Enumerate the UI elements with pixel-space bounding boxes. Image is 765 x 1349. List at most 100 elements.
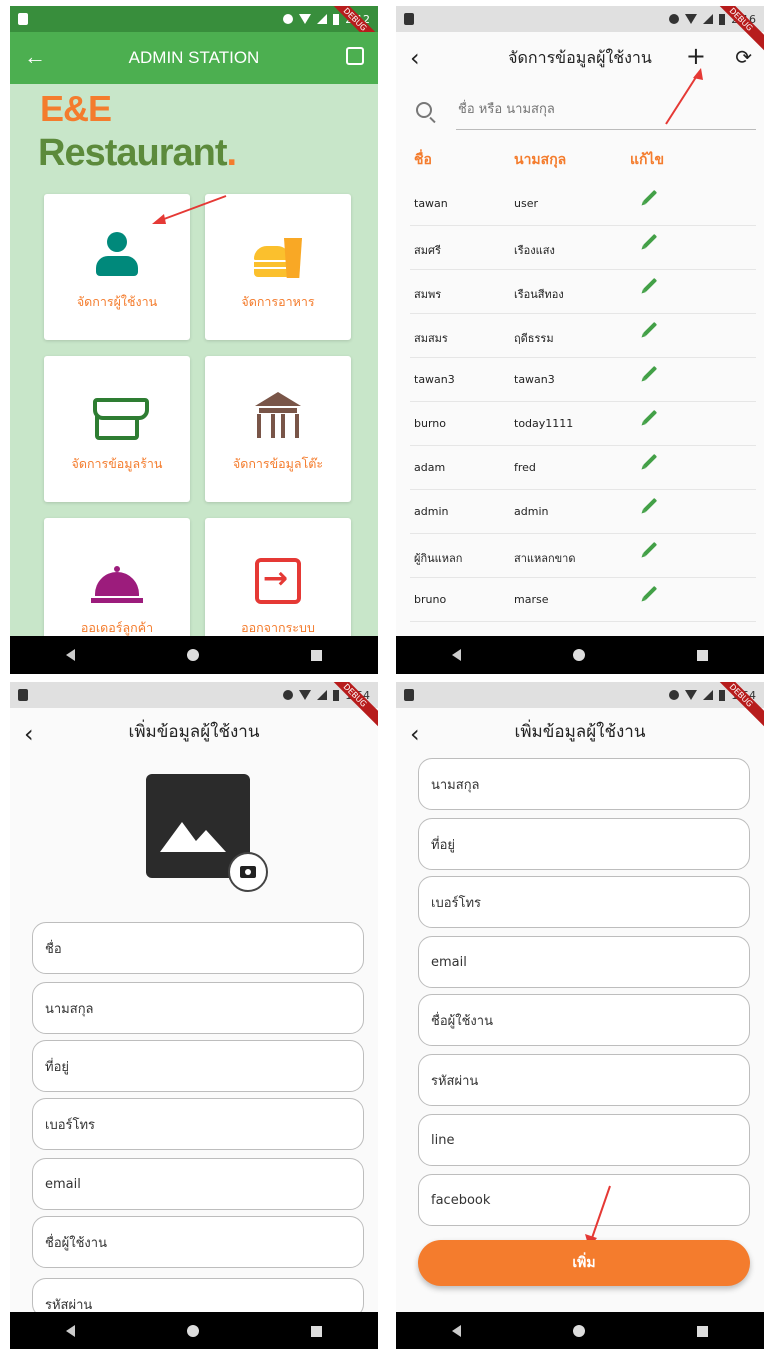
first-name-cell: tawan3 [414, 373, 455, 386]
brand-name-line2: Restaurant. [38, 132, 238, 175]
sim-icon [18, 689, 28, 701]
username-field[interactable]: ชื่อผู้ใช้งาน [418, 994, 750, 1046]
edit-pencil-icon[interactable] [642, 453, 658, 469]
username-field[interactable]: ชื่อผู้ใช้งาน [32, 1216, 364, 1268]
add-user-icon[interactable]: + [686, 42, 706, 70]
table-row: admin admin [410, 490, 756, 534]
edit-pencil-icon[interactable] [642, 233, 658, 249]
dnd-icon [283, 690, 294, 700]
last-name-field[interactable]: นามสกุล [418, 758, 750, 810]
back-arrow-icon[interactable]: ← [24, 44, 46, 70]
sim-icon [404, 689, 414, 701]
back-chevron-icon[interactable]: ‹ [410, 720, 420, 748]
nav-recent-icon[interactable] [311, 649, 322, 661]
nav-recent-icon[interactable] [697, 649, 708, 661]
nav-home-icon[interactable] [573, 649, 585, 661]
edit-pencil-icon[interactable] [642, 585, 658, 601]
status-bar: 2:12 DEBUG [10, 6, 378, 56]
screenshot-grid: 2:12 DEBUG ← ADMIN STATION E&E Restauran… [0, 0, 765, 1349]
brand-dot: . [226, 132, 238, 174]
sim-icon [404, 13, 414, 25]
wifi-icon [299, 14, 312, 24]
tile-manage-tables[interactable]: จัดการข้อมูลโต๊ะ [205, 356, 351, 502]
back-chevron-icon[interactable]: ‹ [410, 44, 420, 72]
column-header-first-name: ชื่อ [414, 152, 432, 168]
status-bar: 1:54 DEBUG [10, 682, 378, 732]
line-field[interactable]: line [418, 1114, 750, 1166]
sim-icon [18, 13, 28, 25]
edit-pencil-icon[interactable] [642, 409, 658, 425]
tile-logout[interactable]: ออกจากระบบ [205, 518, 351, 648]
tile-customer-orders[interactable]: ออเดอร์ลูกค้า [44, 518, 190, 648]
table-row: ผู้กินแหลก สาแหลกขาด [410, 534, 756, 578]
nav-home-icon[interactable] [573, 1325, 585, 1337]
system-nav-bar [396, 1312, 764, 1349]
nav-home-icon[interactable] [187, 649, 199, 661]
camera-icon [240, 866, 256, 878]
nav-back-icon[interactable] [66, 1325, 75, 1337]
app-bar-title: เพิ่มข้อมูลผู้ใช้งาน [128, 721, 260, 742]
table-row: สมสมร ฤดีธรรม [410, 314, 756, 358]
signal-icon [317, 690, 328, 700]
app-bar-title: เพิ่มข้อมูลผู้ใช้งาน [514, 721, 646, 742]
refresh-icon[interactable]: ⟳ [735, 45, 752, 69]
signal-icon [317, 14, 328, 24]
address-field[interactable]: ที่อยู่ [32, 1040, 364, 1092]
edit-pencil-icon[interactable] [642, 365, 658, 381]
signal-icon [703, 690, 714, 700]
facebook-field[interactable]: facebook [418, 1174, 750, 1226]
edit-pencil-icon[interactable] [642, 277, 658, 293]
nav-recent-icon[interactable] [697, 1325, 708, 1337]
table-header: ชื่อ นามสกุล แก้ไข [396, 142, 764, 178]
edit-pencil-icon[interactable] [642, 497, 658, 513]
tile-manage-users[interactable]: จัดการผู้ใช้งาน [44, 194, 190, 340]
battery-icon [719, 689, 726, 701]
edit-pencil-icon[interactable] [642, 189, 658, 205]
app-bar-title: จัดการข้อมูลผู้ใช้งาน [508, 47, 652, 67]
phone-field[interactable]: เบอร์โทร [32, 1098, 364, 1150]
user-icon [94, 232, 140, 278]
camera-button[interactable] [228, 852, 268, 892]
table-row: สมศรี เรืองแสง [410, 226, 756, 270]
edit-pencil-icon[interactable] [642, 321, 658, 337]
users-table: tawan user สมศรี เรืองแสง สมพร เรือนสีทอง ส… [396, 182, 764, 622]
email-field[interactable]: email [418, 936, 750, 988]
admin-station-screen: 2:12 DEBUG ← ADMIN STATION E&E Restauran… [10, 6, 378, 674]
tile-manage-store[interactable]: จัดการข้อมูลร้าน [44, 356, 190, 502]
system-nav-bar [396, 636, 764, 674]
table-row: tawan user [410, 182, 756, 226]
status-bar: 1:54 DEBUG [396, 682, 764, 732]
add-user-screen-top: 1:54 DEBUG ‹ เพิ่มข้อมูลผู้ใช้งาน ชื่อ น… [10, 682, 378, 1349]
password-field[interactable]: รหัสผ่าน [418, 1054, 750, 1106]
edit-pencil-icon[interactable] [642, 541, 658, 557]
last-name-field[interactable]: นามสกุล [32, 982, 364, 1034]
table-icon [253, 392, 303, 440]
app-bar: ← ADMIN STATION [10, 32, 378, 84]
logout-icon [255, 558, 301, 604]
first-name-field[interactable]: ชื่อ [32, 922, 364, 974]
table-row: burno today1111 [410, 402, 756, 446]
phone-field[interactable]: เบอร์โทร [418, 876, 750, 928]
nav-home-icon[interactable] [187, 1325, 199, 1337]
search-input[interactable] [456, 90, 756, 130]
last-name-cell: ฤดีธรรม [514, 332, 554, 345]
nav-back-icon[interactable] [66, 649, 75, 661]
nav-recent-icon[interactable] [311, 1325, 322, 1337]
back-chevron-icon[interactable]: ‹ [24, 720, 34, 748]
table-row: tawan3 tawan3 [410, 358, 756, 402]
app-bar: ‹ เพิ่มข้อมูลผู้ใช้งาน [396, 708, 764, 754]
cloche-icon [91, 564, 143, 604]
nav-back-icon[interactable] [452, 649, 461, 661]
nav-back-icon[interactable] [452, 1325, 461, 1337]
burger-drink-icon [254, 230, 302, 278]
tile-manage-food[interactable]: จัดการอาหาร [205, 194, 351, 340]
app-bar-title: ADMIN STATION [128, 48, 260, 67]
email-field[interactable]: email [32, 1158, 364, 1210]
exit-icon[interactable] [346, 47, 364, 65]
signal-icon [703, 14, 714, 24]
dnd-icon [283, 14, 294, 24]
address-field[interactable]: ที่อยู่ [418, 818, 750, 870]
tile-label: จัดการอาหาร [241, 294, 315, 309]
system-nav-bar [10, 636, 378, 674]
add-user-button[interactable]: เพิ่ม [418, 1240, 750, 1286]
